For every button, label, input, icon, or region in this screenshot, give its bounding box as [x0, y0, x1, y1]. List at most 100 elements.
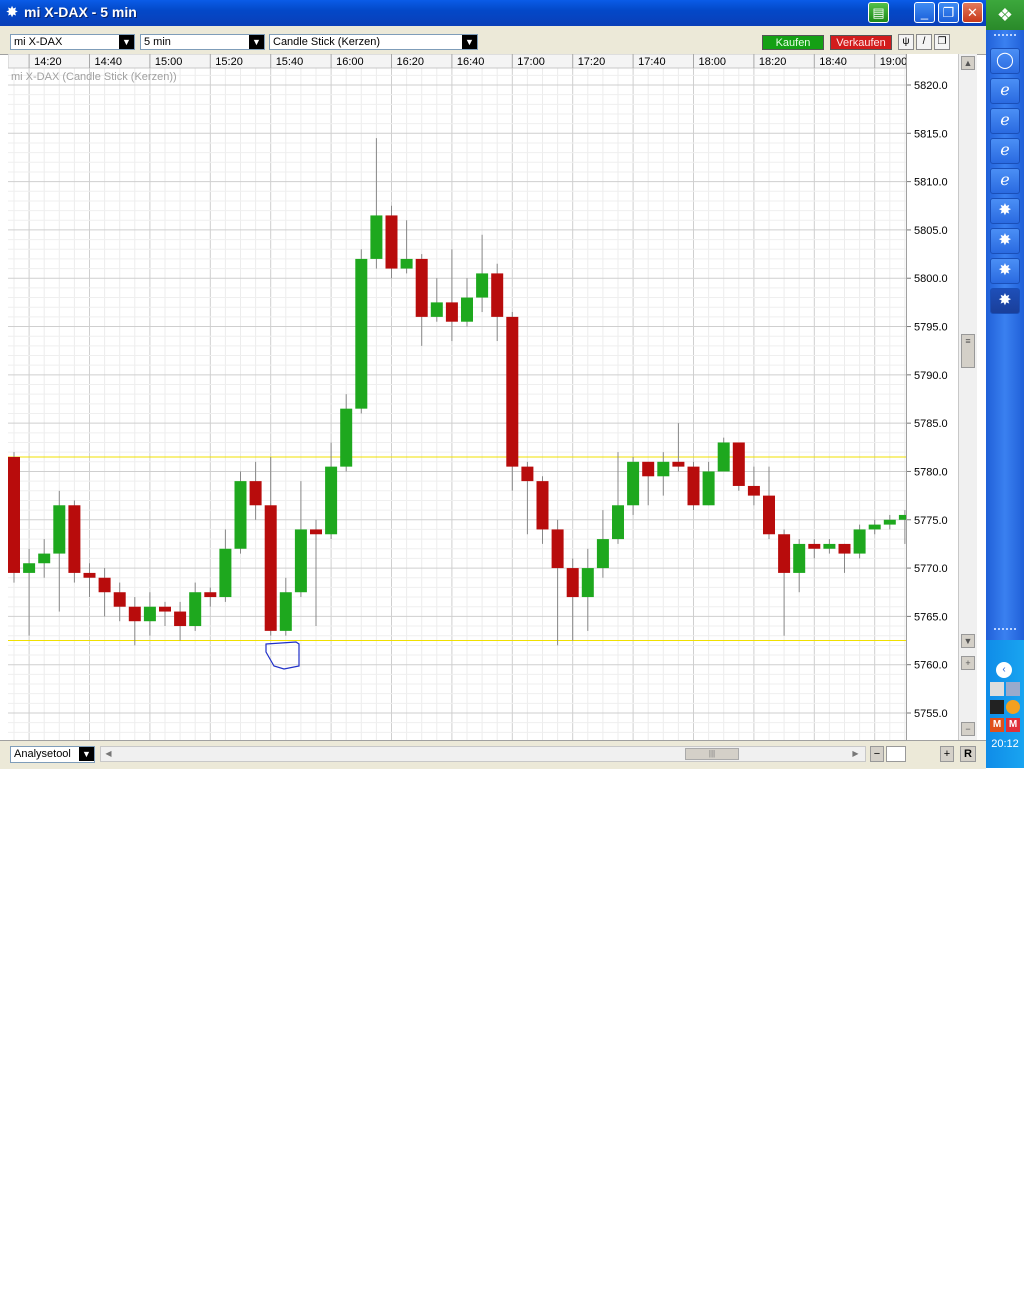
m-app-icon[interactable]: M: [990, 718, 1004, 732]
candle-body[interactable]: [566, 568, 579, 598]
ie-icon[interactable]: ℯ: [990, 138, 1020, 164]
print-icon[interactable]: ▤: [868, 2, 889, 23]
candle-body[interactable]: [581, 568, 594, 598]
messenger-icon[interactable]: [1006, 700, 1020, 714]
candle-body[interactable]: [219, 548, 232, 598]
candle-body[interactable]: [83, 572, 96, 578]
candlestick-chart[interactable]: 14:20 14:40 15:00 15:20 15:40 16:00 16:20 16:40…: [7, 53, 957, 740]
zoom-out-icon[interactable]: −: [961, 722, 975, 736]
candle-body[interactable]: [612, 505, 624, 540]
candle-body[interactable]: [53, 505, 66, 554]
candle-body[interactable]: [642, 461, 655, 477]
m-app-icon[interactable]: M: [1006, 718, 1020, 732]
candle-body[interactable]: [868, 524, 881, 530]
candle-body[interactable]: [234, 481, 247, 549]
app-icon[interactable]: ✸: [990, 228, 1020, 254]
scroll-up-icon[interactable]: ▲: [961, 56, 975, 70]
zoom-out-horizontal-icon[interactable]: −: [870, 746, 884, 762]
minimize-button[interactable]: _: [914, 2, 935, 23]
chevron-down-icon[interactable]: ▼: [249, 35, 264, 49]
candle-body[interactable]: [128, 606, 141, 622]
tray-app-icon[interactable]: [990, 682, 1004, 696]
language-indicator[interactable]: DE: [986, 1284, 1024, 1296]
candle-body[interactable]: [898, 514, 911, 520]
start-button[interactable]: ❖: [986, 0, 1024, 30]
zoom-level-field[interactable]: [886, 746, 906, 762]
candle-body[interactable]: [23, 563, 36, 573]
chart-type-select[interactable]: Candle Stick (Kerzen) ▼: [269, 34, 478, 50]
candle-body[interactable]: [702, 471, 715, 506]
candle-tool-icon[interactable]: ψ: [898, 34, 914, 50]
restore-button[interactable]: ❐: [938, 2, 959, 23]
candle-body[interactable]: [264, 505, 277, 631]
candle-body[interactable]: [385, 215, 398, 269]
scroll-right-icon[interactable]: ▶: [849, 748, 862, 760]
tray-tool-icon[interactable]: [990, 700, 1004, 714]
ie-icon[interactable]: ℯ: [990, 108, 1020, 134]
zoom-in-icon[interactable]: +: [961, 656, 975, 670]
scroll-thumb[interactable]: ≡: [961, 334, 975, 368]
draw-line-icon[interactable]: /: [916, 34, 932, 50]
chevron-down-icon[interactable]: ▼: [119, 35, 134, 49]
chart-area[interactable]: 14:20 14:40 15:00 15:20 15:40 16:00 16:20 16:40…: [7, 53, 957, 740]
interval-select[interactable]: 5 min ▼: [140, 34, 265, 50]
candle-body[interactable]: [627, 461, 640, 506]
horizontal-scroll-thumb[interactable]: |||: [685, 748, 739, 760]
candle-body[interactable]: [476, 273, 489, 298]
candle-body[interactable]: [838, 543, 851, 554]
analysis-tool-select[interactable]: Analysetool ▼: [10, 746, 95, 763]
zoom-in-horizontal-icon[interactable]: +: [940, 746, 954, 762]
candle-body[interactable]: [189, 592, 202, 627]
sell-button[interactable]: Verkaufen: [830, 35, 892, 50]
candle-body[interactable]: [808, 543, 821, 549]
chevron-down-icon[interactable]: ▼: [462, 35, 477, 49]
candle-body[interactable]: [657, 461, 670, 477]
candle-body[interactable]: [249, 481, 262, 506]
candle-body[interactable]: [113, 592, 126, 607]
candle-body[interactable]: [491, 273, 504, 317]
opera-icon[interactable]: ◯: [990, 48, 1020, 74]
candle-body[interactable]: [853, 529, 866, 554]
tray-expand-icon[interactable]: ‹: [996, 662, 1012, 678]
instrument-select[interactable]: mi X-DAX ▼: [10, 34, 135, 50]
candle-body[interactable]: [778, 534, 791, 573]
window-restore-icon[interactable]: ❐: [934, 34, 950, 50]
chevron-down-icon[interactable]: ▼: [79, 747, 94, 761]
candle-body[interactable]: [506, 316, 519, 467]
candle-body[interactable]: [98, 577, 111, 593]
candle-body[interactable]: [717, 442, 730, 472]
reset-button[interactable]: R: [960, 746, 976, 762]
candle-body[interactable]: [672, 461, 685, 467]
candle-body[interactable]: [8, 456, 20, 573]
candle-body[interactable]: [763, 495, 775, 535]
horizontal-scrollbar[interactable]: ◀ ||| ▶: [100, 746, 866, 762]
candle-body[interactable]: [445, 302, 458, 322]
candle-body[interactable]: [325, 466, 338, 535]
candle-body[interactable]: [823, 543, 836, 549]
candle-body[interactable]: [596, 539, 609, 569]
candle-body[interactable]: [279, 592, 292, 631]
candle-body[interactable]: [793, 543, 806, 573]
network-icon[interactable]: [1006, 682, 1020, 696]
vertical-scrollbar[interactable]: ▲ ≡ ▼ + −: [958, 54, 977, 740]
candle-body[interactable]: [174, 611, 187, 627]
app-icon[interactable]: ✸: [990, 198, 1020, 224]
ie-icon[interactable]: ℯ: [990, 78, 1020, 104]
candle-body[interactable]: [68, 505, 81, 573]
app-icon[interactable]: ✸: [990, 288, 1020, 314]
candle-body[interactable]: [430, 302, 443, 317]
candle-body[interactable]: [355, 258, 368, 409]
candle-body[interactable]: [159, 606, 171, 612]
candle-body[interactable]: [143, 606, 156, 622]
candle-body[interactable]: [400, 258, 413, 269]
ie-icon[interactable]: ℯ: [990, 168, 1020, 194]
close-button[interactable]: ✕: [962, 2, 983, 23]
candle-body[interactable]: [551, 529, 564, 569]
candle-body[interactable]: [687, 466, 700, 506]
candle-body[interactable]: [415, 258, 428, 317]
window-titlebar[interactable]: ✸ mi X-DAX - 5 min ▤ _ ❐ ✕: [0, 0, 986, 26]
buy-button[interactable]: Kaufen: [762, 35, 824, 50]
candle-body[interactable]: [536, 481, 549, 530]
candle-body[interactable]: [461, 297, 473, 322]
scroll-left-icon[interactable]: ◀: [102, 748, 115, 760]
